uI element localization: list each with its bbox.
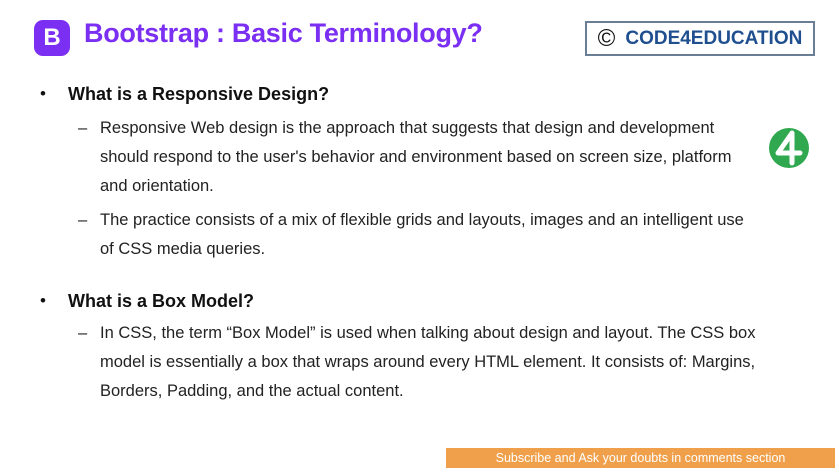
copyright-icon: ©	[597, 24, 616, 52]
page-title: Bootstrap : Basic Terminology?	[84, 18, 483, 48]
sub-point: – In CSS, the term “Box Model” is used w…	[78, 319, 790, 406]
sub-point-text: The practice consists of a mix of flexib…	[100, 211, 744, 258]
sub-point: – Responsive Web design is the approach …	[78, 114, 760, 201]
section-heading-row: • What is a Responsive Design?	[40, 83, 329, 105]
dash-icon: –	[78, 324, 88, 342]
bootstrap-logo-icon: B	[34, 20, 70, 56]
bullet-icon: •	[40, 84, 46, 103]
dash-icon: –	[78, 211, 88, 229]
dash-icon: –	[78, 119, 88, 137]
section-heading: What is a Box Model?	[68, 291, 255, 311]
subscribe-banner: Subscribe and Ask your doubts in comment…	[446, 448, 835, 468]
sub-point-text: In CSS, the term “Box Model” is used whe…	[100, 324, 756, 400]
bullet-icon: •	[40, 291, 46, 310]
brand-box: © CODE4EDUCATION	[585, 21, 815, 56]
section-heading-row: • What is a Box Model?	[40, 290, 254, 312]
sub-point-text: Responsive Web design is the approach th…	[100, 119, 732, 195]
code4-logo-icon	[769, 128, 809, 168]
sub-point: – The practice consists of a mix of flex…	[78, 206, 760, 264]
brand-name: CODE4EDUCATION	[625, 27, 803, 49]
section-heading: What is a Responsive Design?	[68, 84, 330, 104]
